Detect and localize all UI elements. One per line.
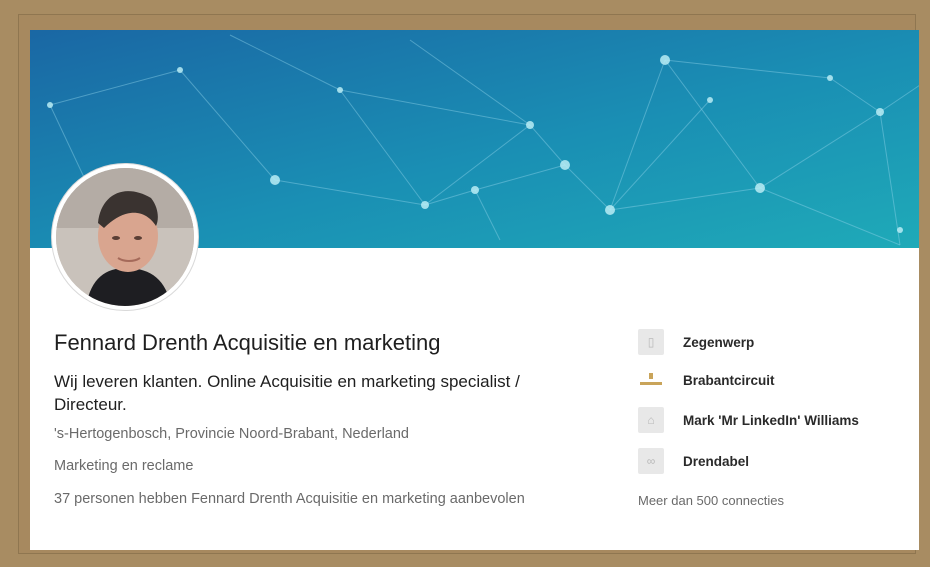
sidebar-item-education[interactable]: ⌂ Mark 'Mr LinkedIn' Williams — [638, 407, 859, 433]
school-icon: ⌂ — [638, 407, 664, 433]
recommendations-text[interactable]: 37 personen hebben Fennard Drenth Acquis… — [54, 487, 554, 511]
link-icon: ∞ — [638, 448, 664, 474]
brabantcircuit-logo-icon — [638, 367, 664, 393]
sidebar-item-label: Drendabel — [683, 453, 750, 469]
connections-count[interactable]: Meer dan 500 connecties — [638, 493, 784, 508]
building-icon: ▯ — [638, 329, 664, 355]
profile-card: Fennard Drenth Acquisitie en marketing W… — [30, 30, 919, 550]
sidebar-item-previous-company[interactable]: Brabantcircuit — [638, 367, 775, 393]
sidebar-item-website[interactable]: ∞ Drendabel — [638, 448, 749, 474]
avatar-photo — [56, 168, 194, 306]
profile-headline: Wij leveren klanten. Online Acquisitie e… — [54, 372, 520, 414]
sidebar-item-current-company[interactable]: ▯ Zegenwerp — [638, 329, 754, 355]
avatar[interactable] — [56, 168, 194, 306]
profile-location: 's-Hertogenbosch, Provincie Noord-Braban… — [54, 426, 409, 442]
profile-name: Fennard Drenth Acquisitie en marketing — [54, 330, 441, 355]
sidebar-item-label: Mark 'Mr LinkedIn' Williams — [683, 412, 859, 428]
profile-industry: Marketing en reclame — [54, 458, 194, 474]
sidebar-item-label: Zegenwerp — [683, 334, 755, 350]
sidebar-item-label: Brabantcircuit — [683, 372, 775, 388]
